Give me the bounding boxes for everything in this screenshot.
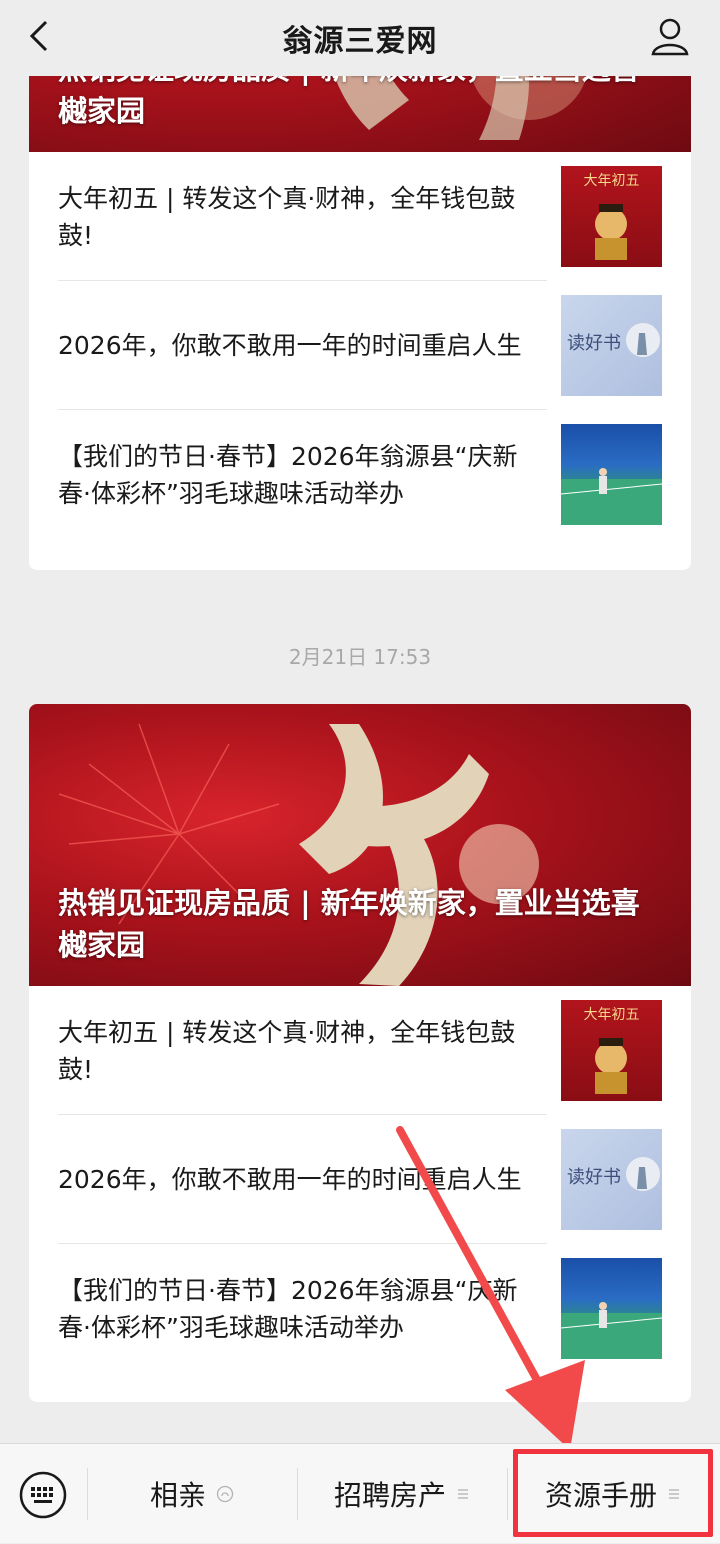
- nav-bar: 翁源三爱网: [0, 0, 720, 76]
- menu-item-zhaopin-fangchan[interactable]: 招聘房产: [298, 1444, 506, 1544]
- chevron-left-icon[interactable]: [20, 16, 60, 56]
- list-item[interactable]: 【我们的节日·春节】2026年翁源县“庆新春·体彩杯”羽毛球趣味活动举办: [58, 410, 662, 539]
- bottom-menu-bar: 相亲 招聘房产 资源手册: [0, 1443, 720, 1543]
- timestamp: 2月21日 17:53: [288, 645, 432, 669]
- article-thumbnail: 读好书: [561, 295, 662, 396]
- user-icon[interactable]: [648, 14, 692, 58]
- article-title: 【我们的节日·春节】2026年翁源县“庆新春·体彩杯”羽毛球趣味活动举办: [58, 441, 518, 508]
- hero-title: 热销见证现房品质 | 新年焕新家，置业当选喜樾家园: [58, 886, 640, 962]
- list-item[interactable]: 2026年，你敢不敢用一年的时间重启人生 读好书: [58, 281, 662, 410]
- article-title: 大年初五 | 转发这个真·财神，全年钱包鼓鼓!: [58, 1017, 516, 1084]
- article-card: 热销见证现房品质 | 新年焕新家，置业当选喜樾家园 大年初五 | 转发这个真·财…: [29, 0, 691, 570]
- menu-label: 相亲: [149, 1479, 206, 1512]
- page-title: 翁源三爱网: [282, 24, 438, 59]
- article-thumbnail: 大年初五: [561, 166, 662, 267]
- article-title: 2026年，你敢不敢用一年的时间重启人生: [58, 1165, 522, 1194]
- article-thumbnail: [561, 1258, 662, 1359]
- mini-program-icon: [216, 1485, 234, 1503]
- article-title: 大年初五 | 转发这个真·财神，全年钱包鼓鼓!: [58, 183, 516, 250]
- menu-label: 招聘房产: [333, 1479, 446, 1512]
- menu-lines-icon: [458, 1489, 468, 1499]
- menu-lines-icon: [669, 1489, 679, 1499]
- list-item[interactable]: 【我们的节日·春节】2026年翁源县“庆新春·体彩杯”羽毛球趣味活动举办: [58, 1244, 662, 1373]
- hero-banner[interactable]: 热销见证现房品质 | 新年焕新家，置业当选喜樾家园: [29, 704, 691, 986]
- article-card: 热销见证现房品质 | 新年焕新家，置业当选喜樾家园 大年初五 | 转发这个真·财…: [29, 704, 691, 1402]
- article-thumbnail: 大年初五: [561, 1000, 662, 1101]
- article-thumbnail: [561, 424, 662, 525]
- menu-label: 资源手册: [544, 1479, 657, 1512]
- list-item[interactable]: 2026年，你敢不敢用一年的时间重启人生 读好书: [58, 1115, 662, 1244]
- keyboard-icon[interactable]: [18, 1470, 68, 1520]
- menu-item-xiangqin[interactable]: 相亲: [88, 1444, 296, 1544]
- list-item[interactable]: 大年初五 | 转发这个真·财神，全年钱包鼓鼓! 大年初五: [58, 986, 662, 1115]
- article-title: 【我们的节日·春节】2026年翁源县“庆新春·体彩杯”羽毛球趣味活动举办: [58, 1275, 518, 1342]
- article-thumbnail: 读好书: [561, 1129, 662, 1230]
- list-item[interactable]: 大年初五 | 转发这个真·财神，全年钱包鼓鼓! 大年初五: [58, 152, 662, 281]
- article-title: 2026年，你敢不敢用一年的时间重启人生: [58, 331, 522, 360]
- menu-item-ziyuan-shouce[interactable]: 资源手册: [508, 1444, 718, 1544]
